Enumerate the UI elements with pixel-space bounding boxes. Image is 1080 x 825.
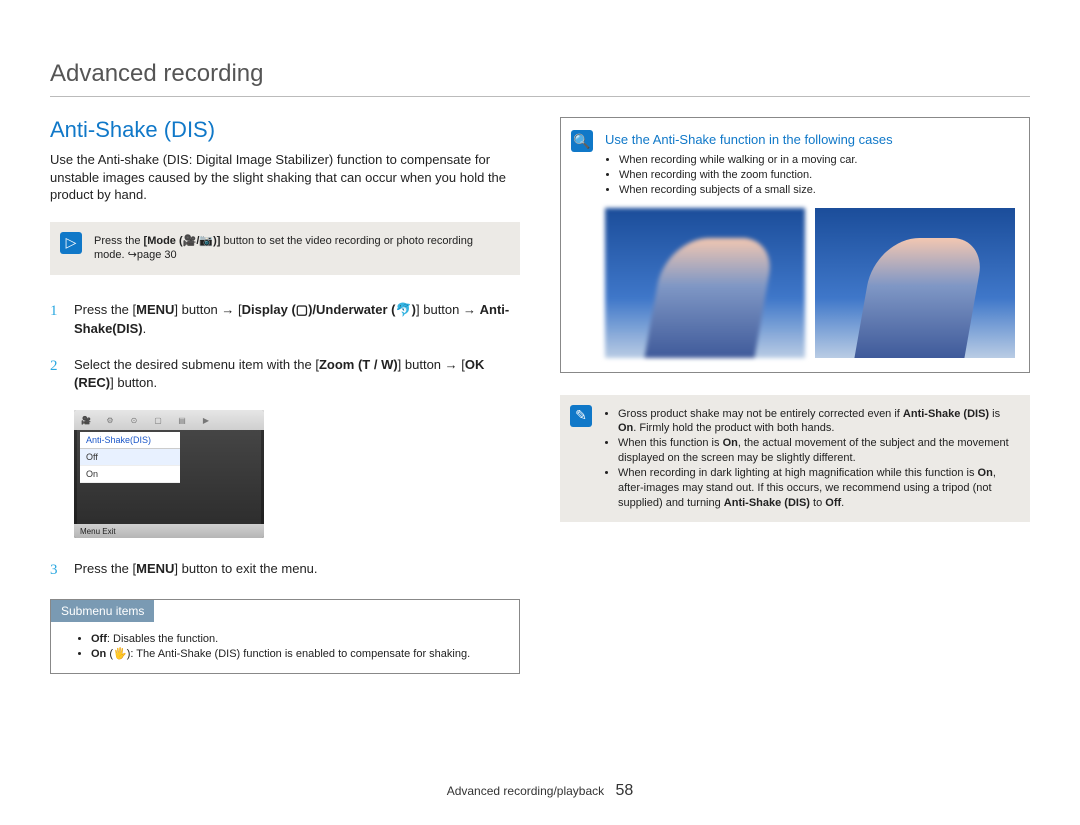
pencil-icon: ✎	[570, 405, 592, 427]
t: : Disables the function.	[107, 633, 218, 645]
t: .	[143, 321, 147, 336]
t: Press the [	[74, 561, 136, 576]
t: Zoom (T / W)	[319, 357, 398, 372]
t: ] button → [	[174, 302, 241, 317]
t: ] button →	[416, 302, 480, 317]
t: Display (▢)/Underwater (🐬)	[242, 302, 416, 317]
step-2: 2 Select the desired submenu item with t…	[50, 356, 520, 392]
t: ] button to exit the menu.	[174, 561, 317, 576]
tip-bullet-1: When recording while walking or in a mov…	[619, 153, 1015, 168]
submenu-list: Off: Disables the function. On (🖐️): The…	[51, 632, 519, 663]
tip-bullet-3: When recording subjects of a small size.	[619, 183, 1015, 198]
camera-menu-screenshot: 🎥⚙⊙▢▤▶ Anti-Shake(DIS) Off On Menu Exit	[74, 410, 264, 538]
step-3-num: 3	[50, 560, 60, 581]
tip-bullet-2: When recording with the zoom function.	[619, 168, 1015, 183]
t: MENU	[136, 302, 174, 317]
mode-note-box: ▷ Press the [Mode (🎥/📷)] button to set t…	[50, 222, 520, 276]
right-column: 🔍 Use the Anti-Shake function in the fol…	[560, 117, 1030, 674]
screenshot-menu-item-on: On	[80, 466, 180, 483]
submenu-item-off: Off: Disables the function.	[91, 632, 499, 647]
submenu-tab: Submenu items	[51, 600, 154, 622]
screenshot-bottom-bar: Menu Exit	[74, 524, 264, 538]
tip-list: When recording while walking or in a mov…	[605, 153, 1015, 198]
t: Press the [	[74, 302, 136, 317]
warning-list: Gross product shake may not be entirely …	[604, 407, 1014, 511]
footer-section: Advanced recording/playback	[447, 784, 604, 798]
intro-text: Use the Anti-shake (DIS: Digital Image S…	[50, 151, 520, 204]
screenshot-menu-title: Anti-Shake(DIS)	[80, 432, 180, 449]
t: : The Anti-Shake (DIS) function is enabl…	[130, 648, 470, 660]
mode-note-bold: [Mode (🎥/📷)]	[144, 235, 221, 247]
t: ] button.	[110, 375, 157, 390]
left-column: Anti-Shake (DIS) Use the Anti-shake (DIS…	[50, 117, 520, 674]
mode-note-pre: Press the	[94, 235, 144, 247]
example-photo-blurry	[605, 208, 805, 358]
step-3: 3 Press the [MENU] button to exit the me…	[50, 560, 520, 581]
magnifier-icon: 🔍	[571, 130, 593, 152]
tip-title: Use the Anti-Shake function in the follo…	[605, 132, 1015, 147]
warning-bullet-1: Gross product shake may not be entirely …	[618, 407, 1014, 437]
screenshot-topbar: 🎥⚙⊙▢▤▶	[74, 410, 264, 430]
page-footer: Advanced recording/playback 58	[0, 782, 1080, 800]
t: MENU	[136, 561, 174, 576]
screenshot-menu-panel: Anti-Shake(DIS) Off On	[80, 432, 180, 483]
hand-icon: (🖐️)	[109, 648, 130, 660]
warning-bullet-3: When recording in dark lighting at high …	[618, 466, 1014, 511]
step-1: 1 Press the [MENU] button → [Display (▢)…	[50, 301, 520, 337]
step-3-body: Press the [MENU] button to exit the menu…	[74, 560, 520, 581]
step-2-body: Select the desired submenu item with the…	[74, 356, 520, 392]
t: Off	[91, 633, 107, 645]
t: On	[91, 648, 106, 660]
page-heading: Advanced recording	[50, 60, 1030, 88]
example-photos	[605, 208, 1015, 358]
step-2-num: 2	[50, 356, 60, 392]
rule	[50, 96, 1030, 97]
tip-box: 🔍 Use the Anti-Shake function in the fol…	[560, 117, 1030, 373]
warning-bullet-2: When this function is On, the actual mov…	[618, 436, 1014, 466]
submenu-box: Submenu items Off: Disables the function…	[50, 599, 520, 674]
example-photo-sharp	[815, 208, 1015, 358]
warning-box: ✎ Gross product shake may not be entirel…	[560, 395, 1030, 523]
t: Select the desired submenu item with the…	[74, 357, 319, 372]
step-1-num: 1	[50, 301, 60, 337]
screenshot-menu-item-off: Off	[80, 449, 180, 466]
footer-pagenum: 58	[615, 782, 633, 799]
submenu-item-on: On (🖐️): The Anti-Shake (DIS) function i…	[91, 647, 499, 662]
step-1-body: Press the [MENU] button → [Display (▢)/U…	[74, 301, 520, 337]
section-title: Anti-Shake (DIS)	[50, 117, 520, 143]
t: ] button → [	[398, 357, 465, 372]
mode-note-icon: ▷	[60, 232, 82, 254]
